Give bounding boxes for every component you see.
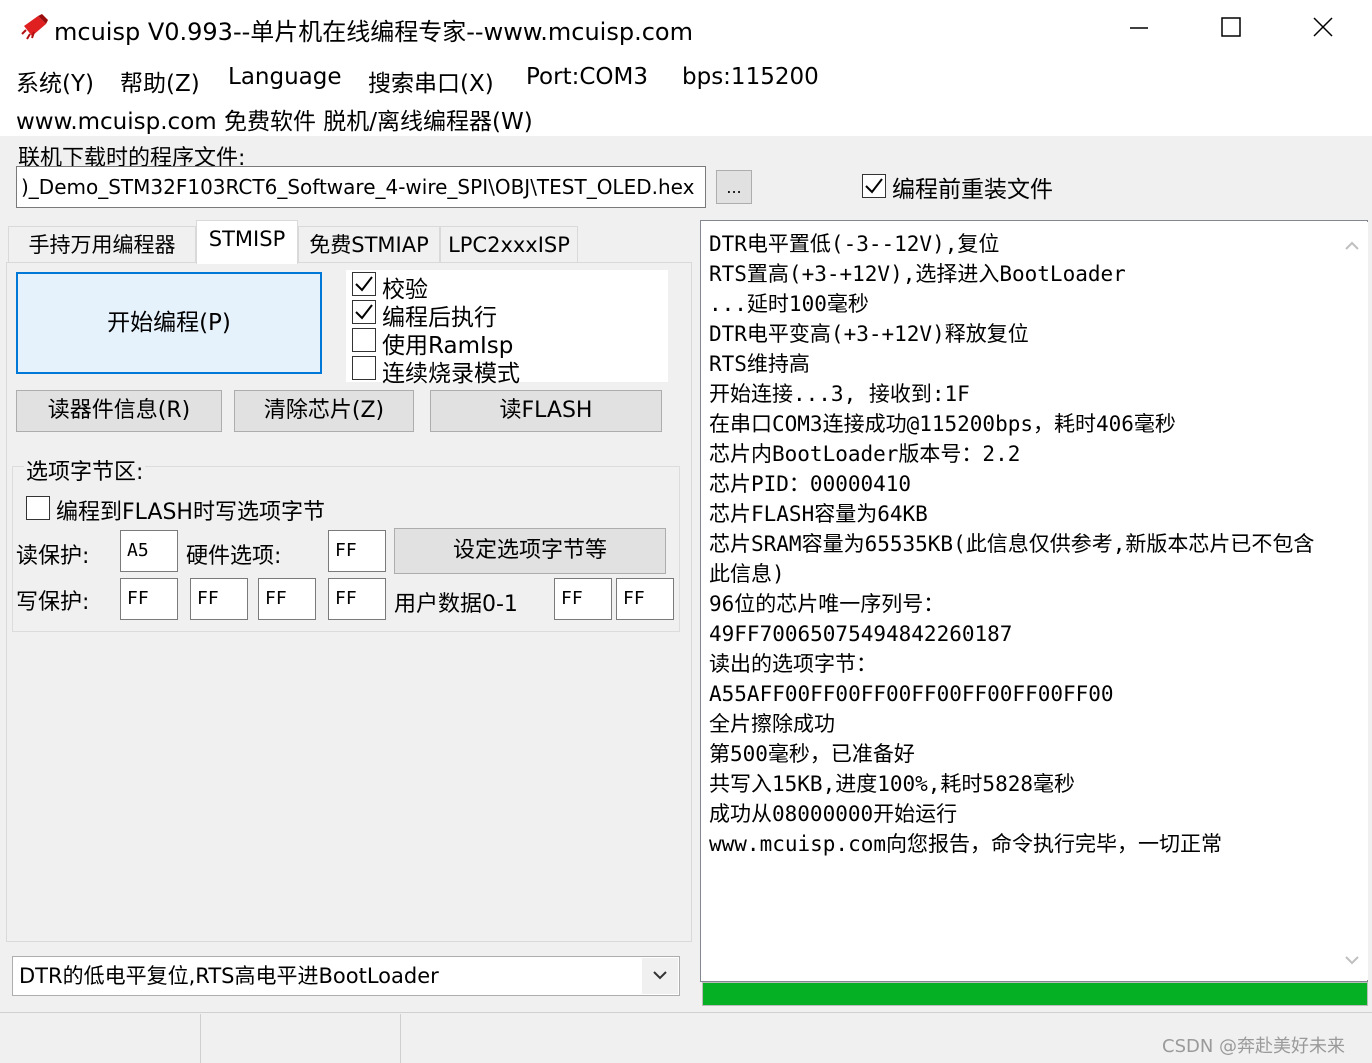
log-line: 读出的选项字节： <box>709 652 877 676</box>
log-line: 芯片PID：00000410 <box>709 472 912 496</box>
user-data-input[interactable]: FF <box>616 578 674 620</box>
status-divider <box>200 1014 201 1063</box>
tab-stmisp[interactable]: STMISP <box>196 220 298 264</box>
chevron-down-icon[interactable] <box>1336 944 1368 976</box>
log-line: 49FF70065075494842260187 <box>709 622 1013 646</box>
start-programming-button[interactable]: 开始编程(P) <box>16 272 322 374</box>
continuous-burn-checkbox[interactable] <box>352 356 376 380</box>
checkmark-icon <box>355 304 373 320</box>
write-protect-input[interactable]: FF <box>190 578 248 620</box>
minimize-icon[interactable] <box>1116 6 1162 50</box>
hardware-option-label: 硬件选项: <box>186 544 282 569</box>
log-lines: DTR电平置低(-3--12V),复位 RTS置高(+3-+12V),选择进入Bo… <box>709 229 1335 859</box>
user-data-label: 用户数据0-1 <box>394 592 518 617</box>
log-output[interactable]: DTR电平置低(-3--12V),复位 RTS置高(+3-+12V),选择进入Bo… <box>700 220 1368 982</box>
tab-stmiap[interactable]: 免费STMIAP <box>298 226 440 262</box>
chevron-down-icon[interactable] <box>642 958 678 994</box>
hardware-option-input[interactable]: FF <box>328 530 386 572</box>
log-line: 96位的芯片唯一序列号： <box>709 592 945 616</box>
menu-system[interactable]: 系统(Y) <box>16 64 94 98</box>
write-protect-input[interactable]: FF <box>120 578 178 620</box>
reset-mode-select[interactable]: DTR的低电平复位,RTS高电平进BootLoader <box>12 956 680 996</box>
log-line: 芯片内BootLoader版本号：2.2 <box>709 442 1021 466</box>
menu-language[interactable]: Language <box>228 64 342 90</box>
menu-search-port[interactable]: 搜索串口(X) <box>368 64 494 98</box>
log-line: 全片擦除成功 <box>709 712 835 736</box>
menu-port[interactable]: Port:COM3 <box>526 64 648 90</box>
menu-offline-programmer[interactable]: www.mcuisp.com 免费软件 脱机/离线编程器(W) <box>16 102 533 136</box>
close-icon[interactable] <box>1300 6 1346 50</box>
chevron-up-icon[interactable] <box>1336 230 1368 262</box>
progress-bar <box>702 982 1368 1006</box>
log-line: 在串口COM3连接成功@115200bps，耗时406毫秒 <box>709 412 1176 436</box>
log-line: 第500毫秒，已准备好 <box>709 742 915 766</box>
read-flash-button[interactable]: 读FLASH <box>430 390 662 432</box>
checkmark-icon <box>355 276 373 292</box>
reload-checkbox[interactable] <box>862 174 886 198</box>
log-line: 共写入15KB,进度100%,耗时5828毫秒 <box>709 772 1076 796</box>
set-option-bytes-button[interactable]: 设定选项字节等 <box>394 528 666 574</box>
chip-icon <box>21 14 48 40</box>
read-protect-input[interactable]: A5 <box>120 530 178 572</box>
menu-help[interactable]: 帮助(Z) <box>120 64 200 98</box>
write-protect-input[interactable]: FF <box>328 578 386 620</box>
watermark: CSDN @奔赴美好未来 <box>1162 1036 1346 1057</box>
maximize-icon[interactable] <box>1208 6 1254 50</box>
log-line: RTS维持高 <box>709 352 810 376</box>
read-device-info-button[interactable]: 读器件信息(R) <box>16 390 222 432</box>
user-data-input[interactable]: FF <box>554 578 612 620</box>
checkmark-icon <box>865 178 883 194</box>
log-line: DTR电平变高(+3-+12V)释放复位 <box>709 322 1029 346</box>
status-divider <box>400 1014 401 1063</box>
log-scrollbar[interactable] <box>1336 222 1368 980</box>
run-after-program-checkbox[interactable] <box>352 300 376 324</box>
log-line: 成功从08000000开始运行 <box>709 802 958 826</box>
log-line: 芯片SRAM容量为65535KB(此信息仅供参考,新版本芯片已不包含此信息) <box>709 532 1315 586</box>
continuous-burn-label: 连续烧录模式 <box>382 361 520 387</box>
reload-checkbox-label: 编程前重装文件 <box>892 177 1053 203</box>
menu-bps[interactable]: bps:115200 <box>682 64 819 90</box>
use-ramisp-checkbox[interactable] <box>352 328 376 352</box>
write-option-bytes-checkbox[interactable] <box>26 496 50 520</box>
verify-checkbox[interactable] <box>352 272 376 296</box>
tab-lpc2xxxisp[interactable]: LPC2xxxISP <box>440 226 578 262</box>
log-line: RTS置高(+3-+12V),选择进入BootLoader <box>709 262 1126 286</box>
log-line: 开始连接...3, 接收到:1F <box>709 382 970 406</box>
read-protect-label: 读保护: <box>16 544 90 569</box>
log-line: ...延时100毫秒 <box>709 292 869 316</box>
write-protect-label: 写保护: <box>16 590 90 615</box>
write-option-bytes-label: 编程到FLASH时写选项字节 <box>56 500 325 525</box>
window-title: mcuisp V0.993--单片机在线编程专家--www.mcuisp.com <box>54 18 693 46</box>
tab-handheld[interactable]: 手持万用编程器 <box>8 226 196 262</box>
write-protect-input[interactable]: FF <box>258 578 316 620</box>
erase-chip-button[interactable]: 清除芯片(Z) <box>234 390 414 432</box>
option-bytes-title: 选项字节区: <box>24 454 146 486</box>
progress-fill <box>703 983 1367 1005</box>
browse-button[interactable]: ... <box>716 170 752 204</box>
file-path-input[interactable]: )_Demo_STM32F103RCT6_Software_4-wire_SPI… <box>16 166 706 208</box>
log-line: A55AFF00FF00FF00FF00FF00FF00FF00 <box>709 682 1114 706</box>
log-line: www.mcuisp.com向您报告，命令执行完毕，一切正常 <box>709 832 1223 856</box>
log-line: 芯片FLASH容量为64KB <box>709 502 928 526</box>
log-line: DTR电平置低(-3--12V),复位 <box>709 232 1000 256</box>
